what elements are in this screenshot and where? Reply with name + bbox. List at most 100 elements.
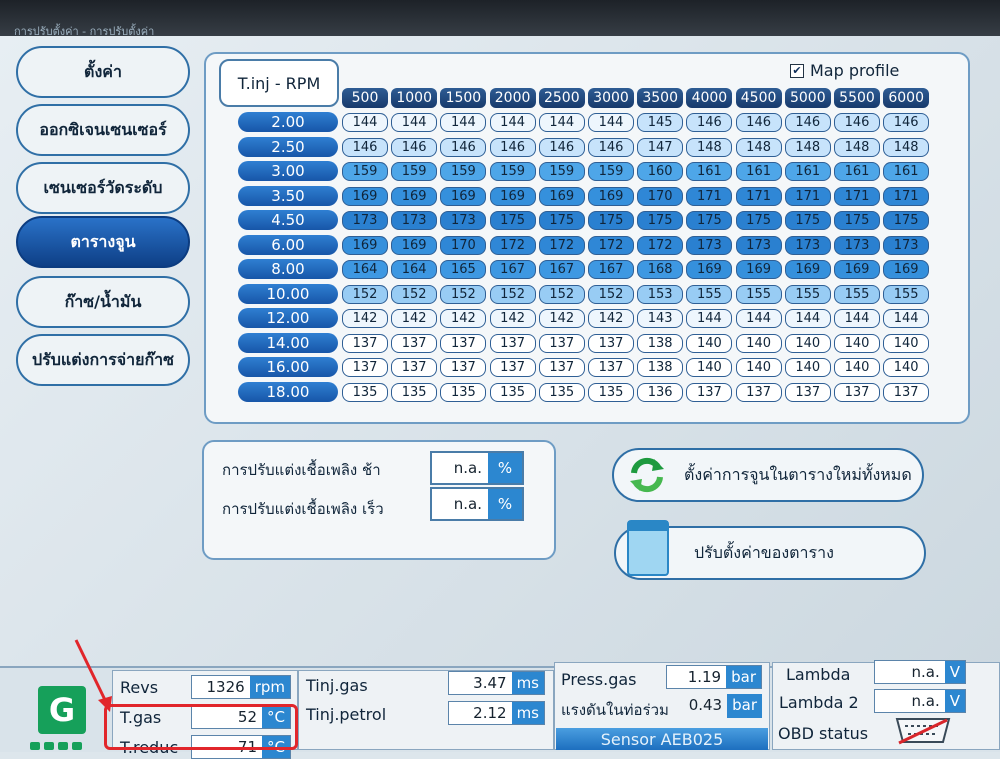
map-cell[interactable]: 159 <box>440 162 487 181</box>
map-cell[interactable]: 171 <box>834 186 880 206</box>
map-cell[interactable]: 169 <box>440 186 487 206</box>
map-cell[interactable]: 146 <box>588 137 634 157</box>
map-cell[interactable]: 148 <box>735 137 782 157</box>
map-cell[interactable]: 168 <box>637 260 684 279</box>
map-cell[interactable]: 172 <box>588 235 634 255</box>
map-cell[interactable]: 137 <box>489 358 536 377</box>
map-cell[interactable]: 161 <box>834 162 880 181</box>
map-cell[interactable]: 137 <box>440 333 487 353</box>
map-cell[interactable]: 137 <box>834 382 880 402</box>
map-cell[interactable]: 142 <box>440 309 487 328</box>
map-cell[interactable]: 152 <box>538 284 585 304</box>
map-cell[interactable]: 164 <box>342 260 388 279</box>
map-cell[interactable]: 146 <box>834 113 880 132</box>
map-cell[interactable]: 171 <box>686 186 733 206</box>
map-cell[interactable]: 161 <box>686 162 733 181</box>
map-cell[interactable]: 169 <box>735 260 782 279</box>
map-cell[interactable]: 137 <box>391 333 438 353</box>
map-cell[interactable]: 144 <box>883 309 930 328</box>
map-cell[interactable]: 173 <box>784 235 831 255</box>
map-cell[interactable]: 146 <box>342 137 388 157</box>
map-cell[interactable]: 142 <box>538 309 585 328</box>
map-cell[interactable]: 135 <box>391 382 438 402</box>
map-cell[interactable]: 146 <box>538 137 585 157</box>
map-cell[interactable]: 152 <box>489 284 536 304</box>
map-cell[interactable]: 173 <box>735 235 782 255</box>
map-cell[interactable]: 173 <box>391 211 438 230</box>
adjust-map-button[interactable]: ปรับตั้งค่าของตาราง <box>614 520 926 580</box>
map-cell[interactable]: 144 <box>538 113 585 132</box>
map-cell[interactable]: 148 <box>834 137 880 157</box>
map-cell[interactable]: 144 <box>342 113 388 132</box>
map-cell[interactable]: 169 <box>686 260 733 279</box>
map-cell[interactable]: 140 <box>883 333 930 353</box>
map-cell[interactable]: 140 <box>883 358 930 377</box>
map-cell[interactable]: 144 <box>784 309 831 328</box>
map-cell[interactable]: 137 <box>686 382 733 402</box>
map-cell[interactable]: 175 <box>637 211 684 230</box>
map-cell[interactable]: 159 <box>342 162 388 181</box>
map-cell[interactable]: 169 <box>391 186 438 206</box>
menu-item[interactable]: ตั้งค่า <box>16 46 190 98</box>
map-cell[interactable]: 153 <box>637 284 684 304</box>
map-cell[interactable]: 137 <box>538 333 585 353</box>
map-cell[interactable]: 144 <box>686 309 733 328</box>
map-cell[interactable]: 143 <box>637 309 684 328</box>
map-cell[interactable]: 138 <box>637 358 684 377</box>
map-cell[interactable]: 170 <box>637 186 684 206</box>
map-cell[interactable]: 161 <box>735 162 782 181</box>
map-cell[interactable]: 140 <box>735 358 782 377</box>
map-cell[interactable]: 144 <box>588 113 634 132</box>
map-cell[interactable]: 170 <box>440 235 487 255</box>
map-cell[interactable]: 140 <box>784 358 831 377</box>
map-cell[interactable]: 167 <box>489 260 536 279</box>
map-cell[interactable]: 155 <box>686 284 733 304</box>
map-cell[interactable]: 159 <box>538 162 585 181</box>
menu-item[interactable]: ปรับแต่งการจ่ายก๊าซ <box>16 334 190 386</box>
menu-item[interactable]: ออกซิเจนเซนเซอร์ <box>16 104 190 156</box>
map-cell[interactable]: 171 <box>883 186 930 206</box>
map-cell[interactable]: 175 <box>784 211 831 230</box>
map-cell[interactable]: 175 <box>686 211 733 230</box>
map-cell[interactable]: 142 <box>391 309 438 328</box>
map-cell[interactable]: 155 <box>735 284 782 304</box>
map-cell[interactable]: 137 <box>342 333 388 353</box>
map-cell[interactable]: 152 <box>440 284 487 304</box>
map-cell[interactable]: 137 <box>489 333 536 353</box>
map-cell[interactable]: 135 <box>342 382 388 402</box>
sensor-button[interactable]: Sensor AEB025 <box>556 728 768 750</box>
map-cell[interactable]: 140 <box>784 333 831 353</box>
map-cell[interactable]: 175 <box>735 211 782 230</box>
map-cell[interactable]: 159 <box>489 162 536 181</box>
map-cell[interactable]: 175 <box>883 211 930 230</box>
checkbox-icon[interactable]: ✔ <box>790 63 804 78</box>
map-cell[interactable]: 173 <box>834 235 880 255</box>
map-cell[interactable]: 167 <box>538 260 585 279</box>
map-cell[interactable]: 169 <box>342 186 388 206</box>
map-cell[interactable]: 140 <box>735 333 782 353</box>
map-cell[interactable]: 152 <box>588 284 634 304</box>
map-cell[interactable]: 137 <box>391 358 438 377</box>
map-cell[interactable]: 169 <box>489 186 536 206</box>
menu-item[interactable]: ก๊าซ/น้ำมัน <box>16 276 190 328</box>
map-cell[interactable]: 146 <box>686 113 733 132</box>
map-cell[interactable]: 152 <box>391 284 438 304</box>
map-cell[interactable]: 137 <box>588 358 634 377</box>
map-cell[interactable]: 159 <box>588 162 634 181</box>
map-cell[interactable]: 146 <box>391 137 438 157</box>
map-cell[interactable]: 135 <box>489 382 536 402</box>
map-cell[interactable]: 146 <box>440 137 487 157</box>
map-cell[interactable]: 169 <box>342 235 388 255</box>
map-cell[interactable]: 140 <box>834 333 880 353</box>
map-cell[interactable]: 164 <box>391 260 438 279</box>
map-cell[interactable]: 137 <box>735 382 782 402</box>
map-cell[interactable]: 173 <box>440 211 487 230</box>
map-cell[interactable]: 144 <box>440 113 487 132</box>
map-cell[interactable]: 161 <box>883 162 930 181</box>
map-cell[interactable]: 135 <box>538 382 585 402</box>
map-cell[interactable]: 159 <box>391 162 438 181</box>
map-cell[interactable]: 155 <box>834 284 880 304</box>
map-cell[interactable]: 171 <box>735 186 782 206</box>
map-cell[interactable]: 152 <box>342 284 388 304</box>
map-cell[interactable]: 138 <box>637 333 684 353</box>
